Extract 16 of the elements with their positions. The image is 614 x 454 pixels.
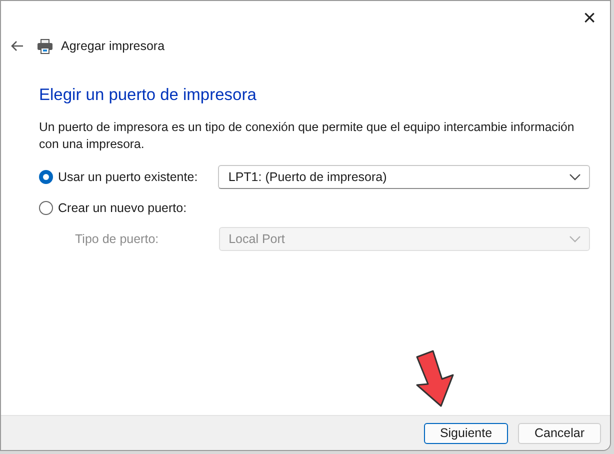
back-arrow-icon[interactable] [10,40,24,52]
dialog-title: Agregar impresora [61,39,165,53]
cancel-button[interactable]: Cancelar [518,422,601,444]
radio-label[interactable]: Crear un nuevo puerto: [58,201,187,215]
radio-button[interactable] [39,170,53,184]
port-dropdown[interactable]: LPT1: (Puerto de impresora) [218,165,590,189]
printer-icon [37,38,53,54]
chevron-down-icon [569,173,581,181]
radio-button[interactable] [39,201,53,215]
description-text: Un puerto de impresora es un tipo de conexión que permite que el equipo intercambie información con una impresora. [39,119,576,153]
chevron-down-icon [569,235,581,243]
field-label: Tipo de puerto: [75,232,160,246]
page-heading: Elegir un puerto de impresora [39,86,258,105]
close-button[interactable]: × [579,5,600,31]
next-button[interactable]: Siguiente [424,422,508,444]
radio-label[interactable]: Usar un puerto existente: [58,170,198,184]
